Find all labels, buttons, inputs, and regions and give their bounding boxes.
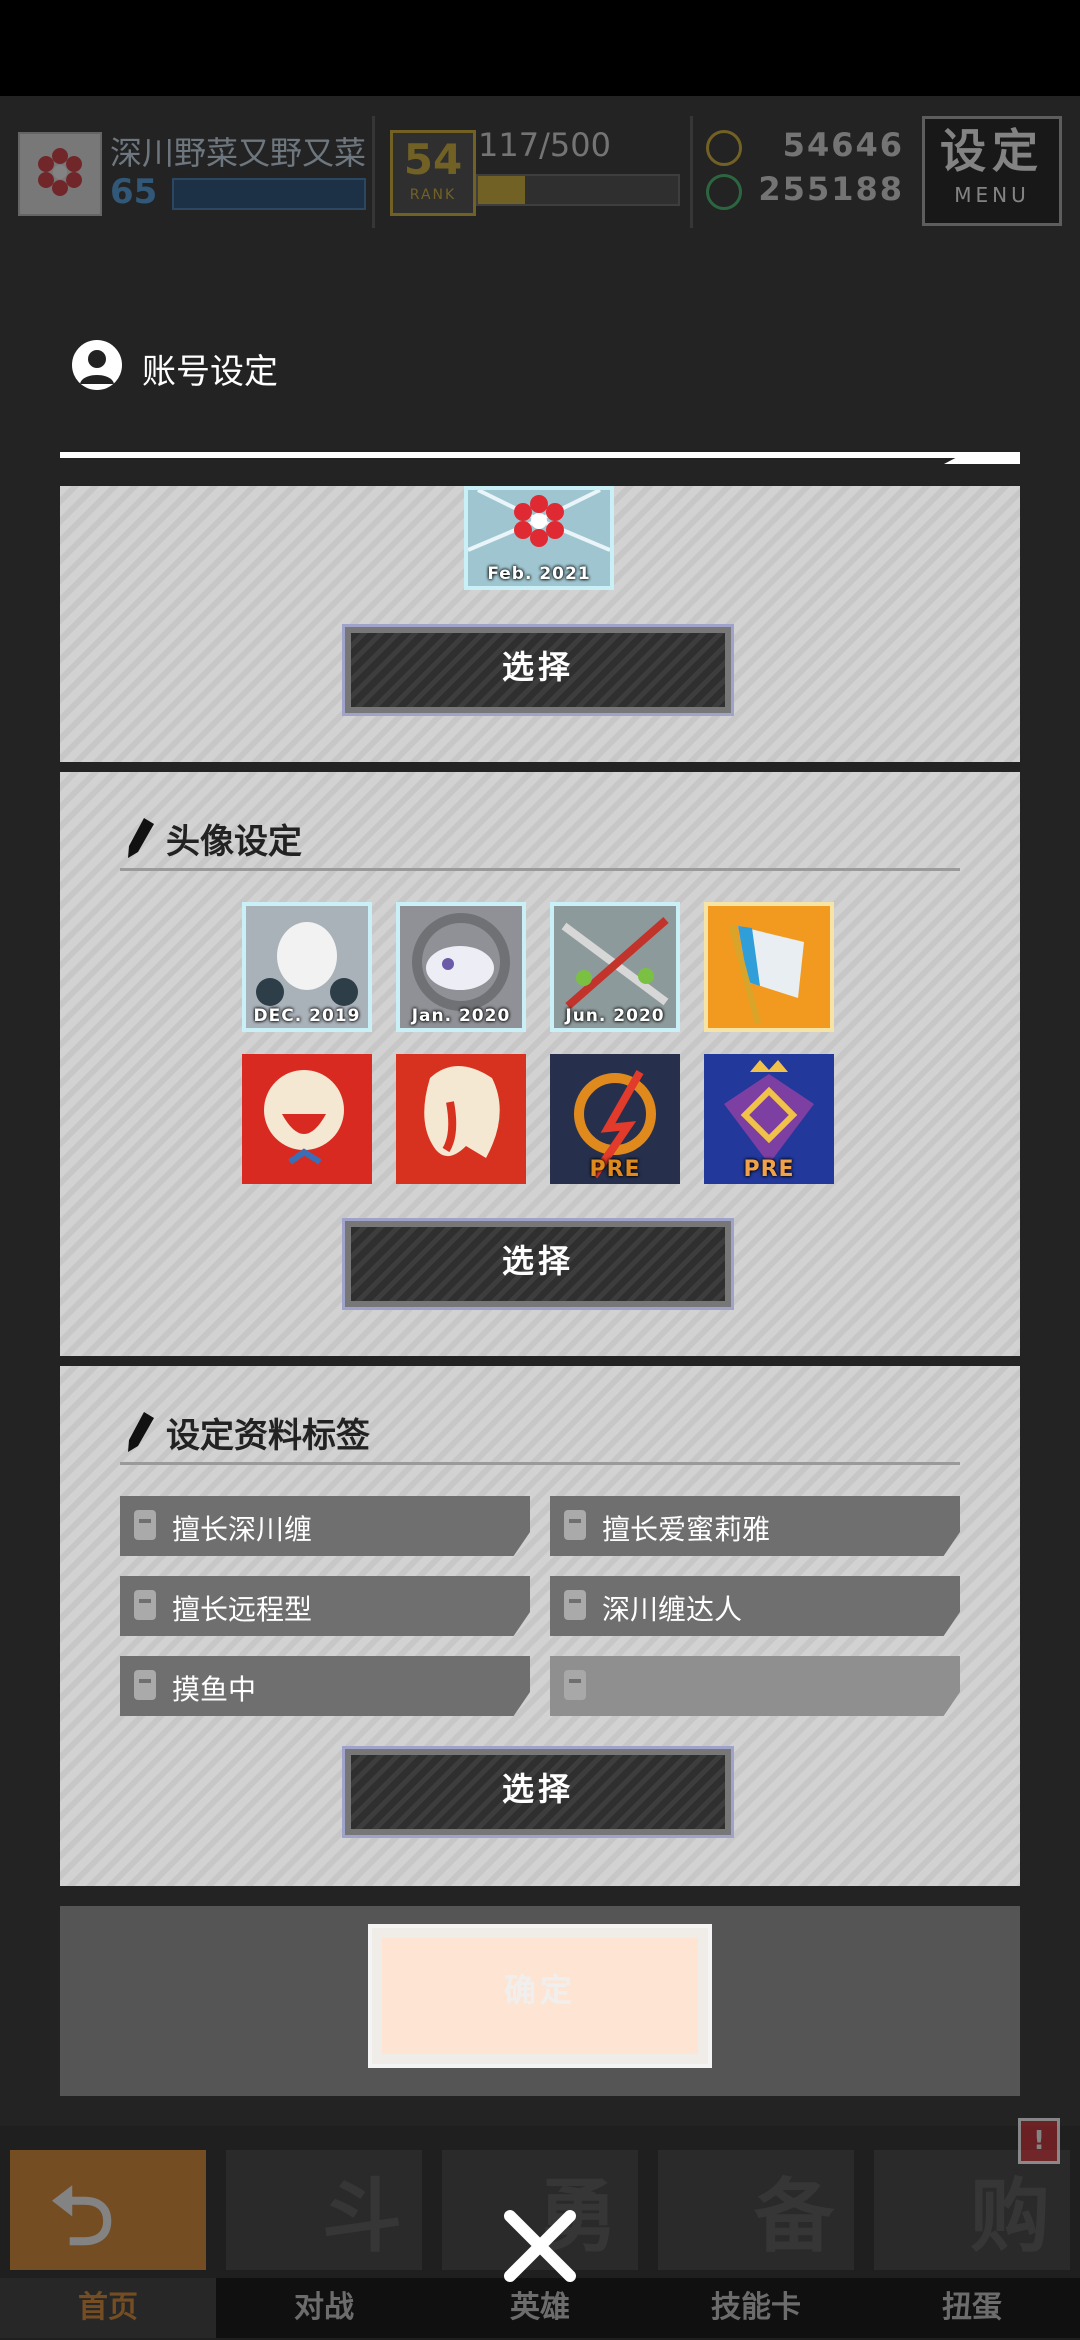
profile-tag[interactable]: 摸鱼中 [120, 1656, 530, 1716]
profile-tag[interactable]: 深川缠达人 [550, 1576, 960, 1636]
nav-battle[interactable]: 斗 对战 [216, 2140, 432, 2340]
avatar-select-button[interactable]: 选择 [342, 1218, 734, 1310]
nav-label: 技能卡 [648, 2278, 864, 2338]
gamepad-icon: 斗 [226, 2150, 422, 2270]
badge-date: Jan. 2020 [411, 1006, 511, 1026]
avatar-badge-jun-2020[interactable]: Jun. 2020 [550, 902, 680, 1032]
nav-gacha[interactable]: 购 扭蛋 [864, 2140, 1080, 2340]
select-label: 选择 [351, 1227, 725, 1301]
avatar-badge-red-1[interactable] [242, 1054, 372, 1184]
nav-skill-cards[interactable]: 备 技能卡 [648, 2140, 864, 2340]
avatar-section-title: 头像设定 [166, 822, 302, 862]
player-header: 深川野菜又野又菜 65 54 RANK 117/500 54646 255188… [0, 96, 1080, 246]
gacha-icon: 购 [874, 2150, 1070, 2270]
select-label: 选择 [351, 1755, 725, 1829]
nav-label: 首页 [0, 2278, 216, 2338]
rank-number: 54 [403, 135, 463, 184]
profile-tag[interactable]: 擅长爱蜜莉雅 [550, 1496, 960, 1556]
confirm-label: 确定 [382, 1938, 698, 2054]
status-bar [0, 0, 1080, 96]
section-divider [120, 1462, 960, 1465]
settings-menu-button[interactable]: 设定 MENU [922, 116, 1062, 226]
avatar-badge-pre-1[interactable]: PRE [550, 1054, 680, 1184]
profile-tag-empty[interactable] [550, 1656, 960, 1716]
current-frame-badge: Feb. 2021 [464, 486, 614, 590]
level-bar [172, 178, 366, 210]
pre-label: PRE [743, 1157, 795, 1182]
home-icon: ⮌ [10, 2150, 206, 2270]
player-name: 深川野菜又野又菜 [110, 134, 367, 172]
rank-badge: 54 RANK [390, 130, 476, 216]
title-underline [60, 452, 1020, 458]
section-divider [120, 868, 960, 871]
exp-text: 117/500 [478, 126, 611, 164]
tags-select-button[interactable]: 选择 [342, 1746, 734, 1838]
pre-label: PRE [589, 1157, 641, 1182]
avatar-badge-jan-2020[interactable]: Jan. 2020 [396, 902, 526, 1032]
profile-tag[interactable]: 擅长远程型 [120, 1576, 530, 1636]
avatar-badge-dec-2019[interactable]: DEC. 2019 [242, 902, 372, 1032]
gem-amount: 255188 [758, 170, 904, 208]
nav-label: 扭蛋 [864, 2278, 1080, 2338]
tag-label: 擅长深川缠 [172, 1513, 313, 1546]
dialog-title: 账号设定 [142, 352, 278, 392]
confirm-button[interactable]: 确定 [368, 1924, 712, 2068]
tag-label: 擅长远程型 [172, 1593, 313, 1626]
cards-icon: 备 [658, 2150, 854, 2270]
avatar-panel: 头像设定 DEC. 2019 Jan. 2020 Jun. 2020 PRE P… [60, 772, 1020, 1356]
tag-label: 摸鱼中 [172, 1673, 257, 1706]
tag-icon [134, 1670, 156, 1700]
divider [372, 116, 375, 228]
gold-coin-icon [706, 130, 742, 166]
tag-label: 深川缠达人 [602, 1593, 743, 1626]
nav-home[interactable]: ⮌ 首页 [0, 2140, 216, 2340]
badge-date: Jun. 2020 [565, 1006, 665, 1026]
nav-label: 对战 [216, 2278, 432, 2338]
pencil-icon [128, 818, 154, 858]
rank-label: RANK [409, 187, 457, 203]
settings-sublabel: MENU [954, 183, 1030, 207]
settings-label: 设定 [940, 124, 1044, 178]
tag-label: 擅长爱蜜莉雅 [602, 1513, 771, 1546]
badge-date: Feb. 2021 [487, 564, 591, 584]
avatar-badge-flag[interactable] [704, 902, 834, 1032]
player-level: 65 [110, 172, 158, 212]
frame-panel: Feb. 2021 选择 [60, 486, 1020, 762]
frame-select-button[interactable]: 选择 [342, 624, 734, 716]
nav-label: 英雄 [432, 2278, 648, 2338]
tag-icon [564, 1590, 586, 1620]
exp-bar-fill [478, 176, 525, 204]
exp-bar [476, 174, 680, 206]
divider [690, 116, 693, 228]
profile-tag[interactable]: 擅长深川缠 [120, 1496, 530, 1556]
gem-icon [706, 174, 742, 210]
pencil-icon [128, 1412, 154, 1452]
tag-icon [564, 1510, 586, 1540]
tag-icon [134, 1510, 156, 1540]
gold-amount: 54646 [782, 126, 904, 164]
tags-panel: 设定资料标签 擅长深川缠 擅长爱蜜莉雅 擅长远程型 深川缠达人 摸鱼中 选择 [60, 1366, 1020, 1886]
avatar-badge-red-2[interactable] [396, 1054, 526, 1184]
tag-icon [564, 1670, 586, 1700]
user-icon [72, 340, 122, 390]
confirm-panel: 确定 [60, 1906, 1020, 2096]
tag-icon [134, 1590, 156, 1620]
player-avatar[interactable] [18, 132, 102, 216]
close-icon[interactable] [500, 2206, 580, 2286]
avatar-badge-pre-2[interactable]: PRE [704, 1054, 834, 1184]
notification-alert-icon: ! [1018, 2118, 1060, 2164]
select-label: 选择 [351, 633, 725, 707]
badge-date: DEC. 2019 [253, 1006, 361, 1026]
tags-section-title: 设定资料标签 [166, 1416, 370, 1456]
